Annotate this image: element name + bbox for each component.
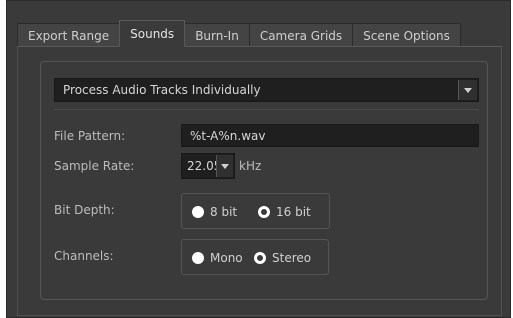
file-pattern-label: File Pattern:: [54, 129, 126, 143]
file-pattern-input[interactable]: %t-A%n.wav: [181, 124, 479, 147]
sample-rate-unit: kHz: [239, 159, 262, 173]
export-settings-window: Export Range Sounds Burn-In Camera Grids…: [6, 0, 511, 318]
bit-depth-8bit-label: 8 bit: [210, 205, 238, 219]
sample-rate-dropdown-button[interactable]: [216, 155, 233, 177]
bit-depth-16bit-radio[interactable]: 16 bit: [258, 205, 311, 219]
tab-camera-grids[interactable]: Camera Grids: [248, 23, 354, 47]
tab-bar: Export Range Sounds Burn-In Camera Grids…: [17, 20, 461, 47]
radio-button-icon: [192, 252, 204, 264]
radio-button-icon: [258, 206, 270, 218]
channels-label: Channels:: [54, 249, 114, 263]
chevron-down-icon: [464, 88, 472, 93]
bit-depth-label: Bit Depth:: [54, 203, 115, 217]
channels-radio-group: Mono Stereo: [181, 239, 329, 275]
channels-mono-radio[interactable]: Mono: [192, 251, 243, 265]
channels-stereo-radio[interactable]: Stereo: [254, 251, 311, 265]
radio-button-icon: [254, 252, 266, 264]
tab-sounds[interactable]: Sounds: [119, 20, 186, 47]
divider: [54, 109, 479, 110]
process-mode-value: Process Audio Tracks Individually: [63, 83, 261, 97]
bit-depth-16bit-label: 16 bit: [276, 205, 311, 219]
radio-button-icon: [192, 206, 204, 218]
sounds-tab-pane: Process Audio Tracks Individually File P…: [17, 46, 502, 316]
sample-rate-label: Sample Rate:: [54, 159, 135, 173]
tab-scene-options[interactable]: Scene Options: [352, 23, 461, 47]
channels-mono-label: Mono: [210, 251, 243, 265]
chevron-down-icon: [221, 164, 229, 169]
sounds-settings-group: Process Audio Tracks Individually File P…: [40, 61, 488, 300]
bit-depth-8bit-radio[interactable]: 8 bit: [192, 205, 237, 219]
channels-stereo-label: Stereo: [272, 251, 312, 265]
sample-rate-dropdown[interactable]: 22.050: [181, 153, 235, 179]
process-mode-dropdown[interactable]: Process Audio Tracks Individually: [54, 78, 479, 102]
process-mode-dropdown-button[interactable]: [458, 80, 477, 100]
tab-export-range[interactable]: Export Range: [17, 23, 121, 47]
bit-depth-radio-group: 8 bit 16 bit: [181, 193, 330, 229]
tab-burn-in[interactable]: Burn-In: [184, 23, 250, 47]
